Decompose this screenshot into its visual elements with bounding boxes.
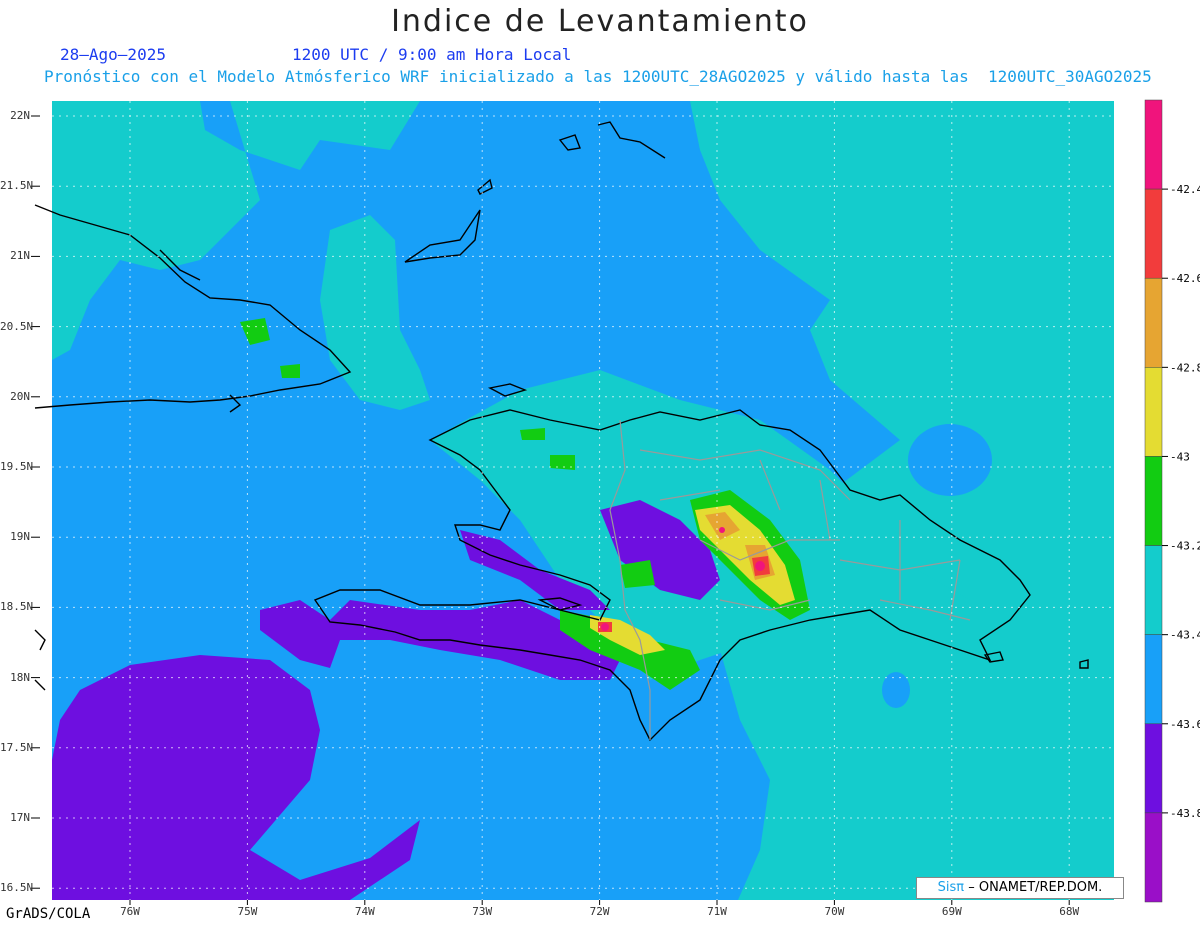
field-blue-east-blob xyxy=(908,424,992,496)
colorbar-label: -42.4 xyxy=(1170,183,1200,196)
colorbar-label: -43 xyxy=(1170,450,1190,463)
lon-label: 73W xyxy=(472,905,493,918)
lat-label: 21.5N xyxy=(0,179,34,193)
lon-label: 74W xyxy=(354,905,375,918)
field-green-small-4 xyxy=(550,455,575,470)
date-label: 28–Ago–2025 xyxy=(60,45,166,64)
lat-label: 17N xyxy=(10,811,30,824)
colorbar-label: -43.2 xyxy=(1170,540,1200,553)
lat-label: 17.5N xyxy=(0,740,34,754)
lat-label: 18N xyxy=(10,670,30,684)
lon-label: 75W xyxy=(237,905,258,918)
field-green-small-3 xyxy=(520,428,545,440)
field-green-small-5 xyxy=(620,560,655,588)
colorbar-swatch xyxy=(1144,188,1163,279)
credit-brand: Sisπ xyxy=(937,880,965,895)
jamaica-west xyxy=(34,629,46,691)
map-title: Indice de Levantamiento xyxy=(391,4,809,39)
colorbar-swatch xyxy=(1144,723,1163,814)
colorbar-swatch xyxy=(1144,367,1163,457)
lon-label: 70W xyxy=(824,905,845,918)
time-label: 1200 UTC / 9:00 am Hora Local xyxy=(292,45,572,64)
field-green-small-2 xyxy=(280,364,300,378)
lat-label: 19.5N xyxy=(0,460,34,473)
lat-label: 18.5N xyxy=(0,600,34,614)
colorbar xyxy=(1144,99,1163,903)
field-magenta-spot-1 xyxy=(755,561,765,571)
map-plot: -42.4 -42.6 -42.8 -43 -43.2 -43.4 -43.6 -43.8 xyxy=(31,99,1200,905)
colorbar-label: -43.6 xyxy=(1170,718,1200,731)
colorbar-label: -43.4 xyxy=(1170,629,1200,642)
colorbar-label: -42.6 xyxy=(1170,272,1200,285)
lon-label: 69W xyxy=(941,905,962,918)
lat-label: 16.5N xyxy=(0,881,34,895)
field-magenta-spot-3 xyxy=(719,527,725,533)
colorbar-swatch xyxy=(1144,456,1163,546)
colorbar-swatch xyxy=(1144,99,1163,190)
credit-org: – ONAMET/REP.DOM. xyxy=(968,880,1103,895)
colorbar-label: -43.8 xyxy=(1170,807,1200,820)
colorbar-swatch xyxy=(1144,634,1163,725)
lat-label: 22N xyxy=(10,109,30,122)
colorbar-swatch xyxy=(1144,812,1163,903)
lat-label: 21N xyxy=(10,249,30,263)
colorbar-swatch xyxy=(1144,545,1163,635)
lon-label: 71W xyxy=(707,905,727,918)
lon-label: 68W xyxy=(1059,905,1080,918)
credit-box: Sisπ – ONAMET/REP.DOM. xyxy=(916,877,1124,899)
lat-label: 20N xyxy=(10,389,30,403)
field-magenta-spot-2 xyxy=(601,623,609,631)
lon-label: 72W xyxy=(589,905,610,918)
colorbar-labels: -42.4 -42.6 -42.8 -43 -43.2 -43.4 -43.6 -43.8 xyxy=(1162,183,1200,820)
lon-label: 76W xyxy=(120,905,140,918)
software-footer: GrADS/COLA xyxy=(6,906,91,922)
colorbar-swatch xyxy=(1144,277,1163,368)
forecast-note: Pronóstico con el Modelo Atmósferico WRF… xyxy=(44,67,1152,86)
lat-tick-marks xyxy=(31,115,40,889)
lat-label: 20.5N xyxy=(0,319,34,333)
colorbar-label: -42.8 xyxy=(1170,361,1200,374)
lat-label: 19N xyxy=(10,530,30,544)
